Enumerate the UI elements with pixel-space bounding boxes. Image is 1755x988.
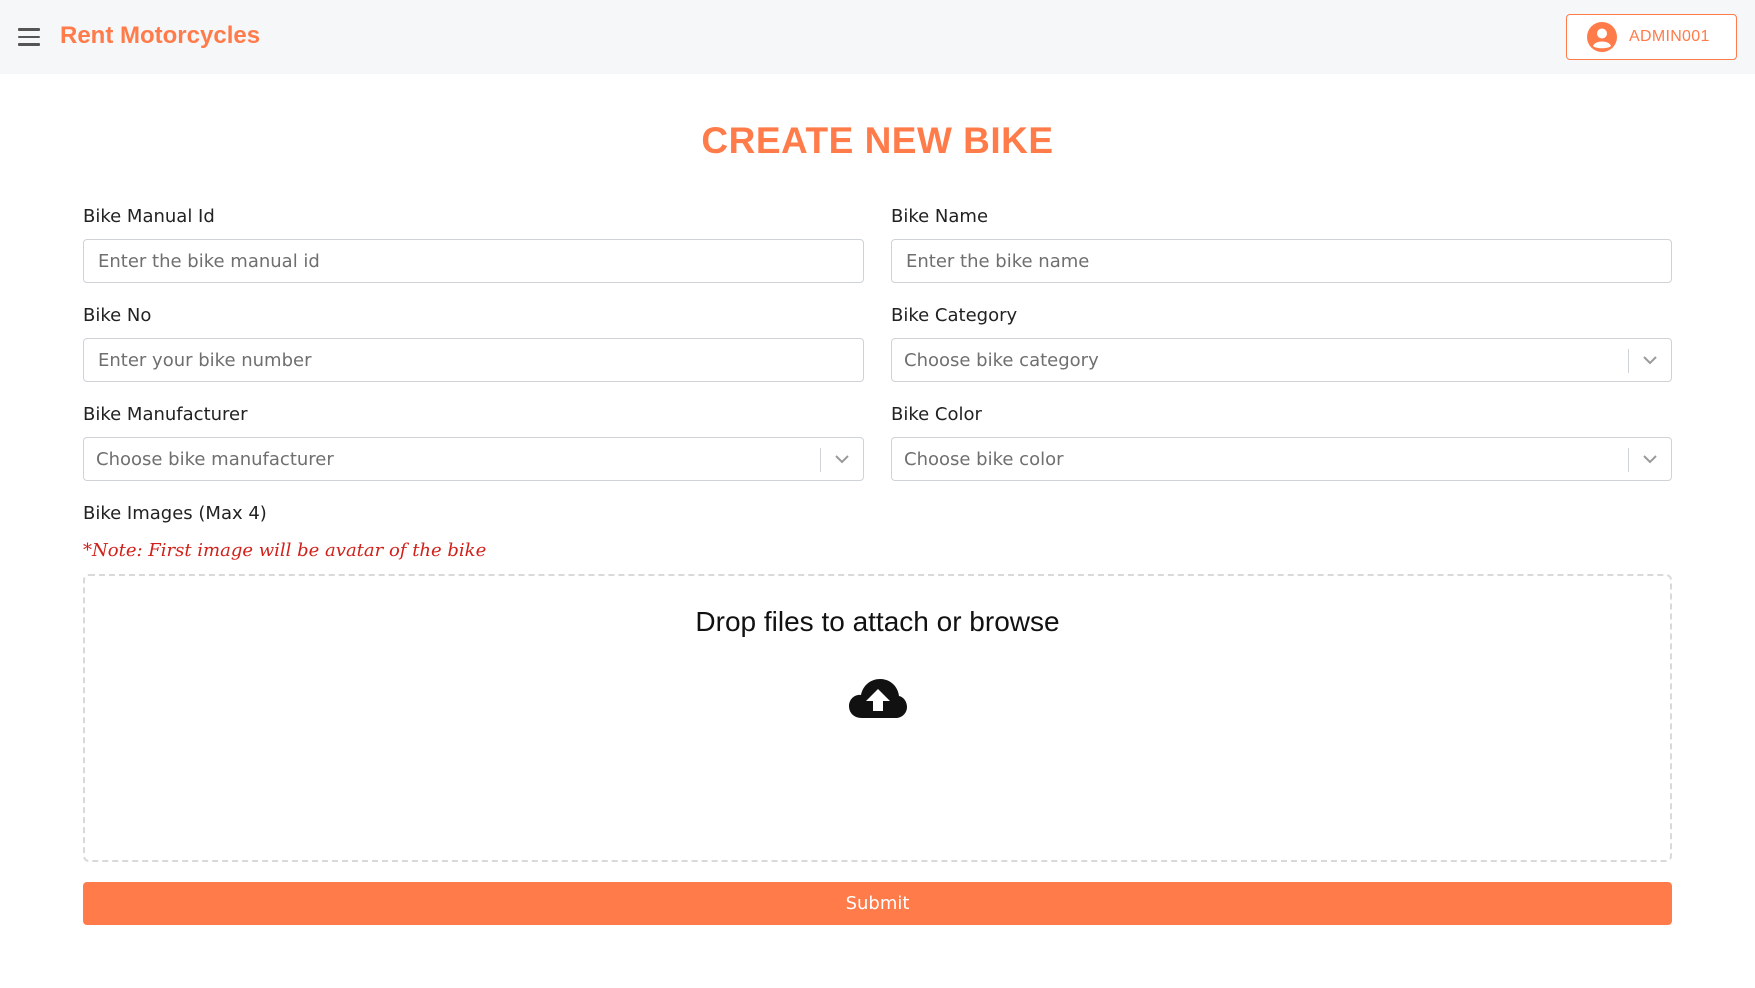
manual-id-input[interactable] xyxy=(83,239,864,283)
chevron-down-icon[interactable] xyxy=(1639,349,1661,371)
select-separator xyxy=(820,448,821,472)
select-separator xyxy=(1628,448,1629,472)
bike-color-label: Bike Color xyxy=(891,404,982,425)
bike-name-input[interactable] xyxy=(891,239,1672,283)
bike-name-label: Bike Name xyxy=(891,206,989,227)
chevron-down-icon[interactable] xyxy=(1639,448,1661,470)
image-dropzone[interactable]: Drop files to attach or browse xyxy=(83,574,1672,862)
submit-button[interactable]: Submit xyxy=(83,882,1672,925)
bike-color-placeholder: Choose bike color xyxy=(904,449,1064,470)
dropzone-text: Drop files to attach or browse xyxy=(695,606,1060,637)
bike-images-label: Bike Images (Max 4) xyxy=(83,503,267,524)
bike-category-select[interactable]: Choose bike category xyxy=(891,338,1672,382)
page-title: CREATE NEW BIKE xyxy=(701,120,1054,161)
chevron-down-icon[interactable] xyxy=(831,448,853,470)
hamburger-menu-icon[interactable] xyxy=(18,24,46,50)
bike-category-placeholder: Choose bike category xyxy=(904,350,1099,371)
bike-manufacturer-placeholder: Choose bike manufacturer xyxy=(96,449,334,470)
bike-no-label: Bike No xyxy=(83,305,152,326)
top-bar: Rent Motorcycles ADMIN001 xyxy=(0,0,1755,74)
bike-manufacturer-select[interactable]: Choose bike manufacturer xyxy=(83,437,864,481)
bike-manufacturer-label: Bike Manufacturer xyxy=(83,404,248,425)
cloud-upload-icon xyxy=(849,679,907,718)
manual-id-label: Bike Manual Id xyxy=(83,206,215,227)
user-name: ADMIN001 xyxy=(1629,28,1710,45)
select-separator xyxy=(1628,349,1629,373)
brand-title[interactable]: Rent Motorcycles xyxy=(60,22,260,50)
bike-color-select[interactable]: Choose bike color xyxy=(891,437,1672,481)
avatar-note: *Note: First image will be avatar of the… xyxy=(83,540,487,561)
user-circle-icon xyxy=(1587,22,1617,52)
bike-category-label: Bike Category xyxy=(891,305,1018,326)
bike-no-input[interactable] xyxy=(83,338,864,382)
user-account-button[interactable]: ADMIN001 xyxy=(1566,14,1737,60)
